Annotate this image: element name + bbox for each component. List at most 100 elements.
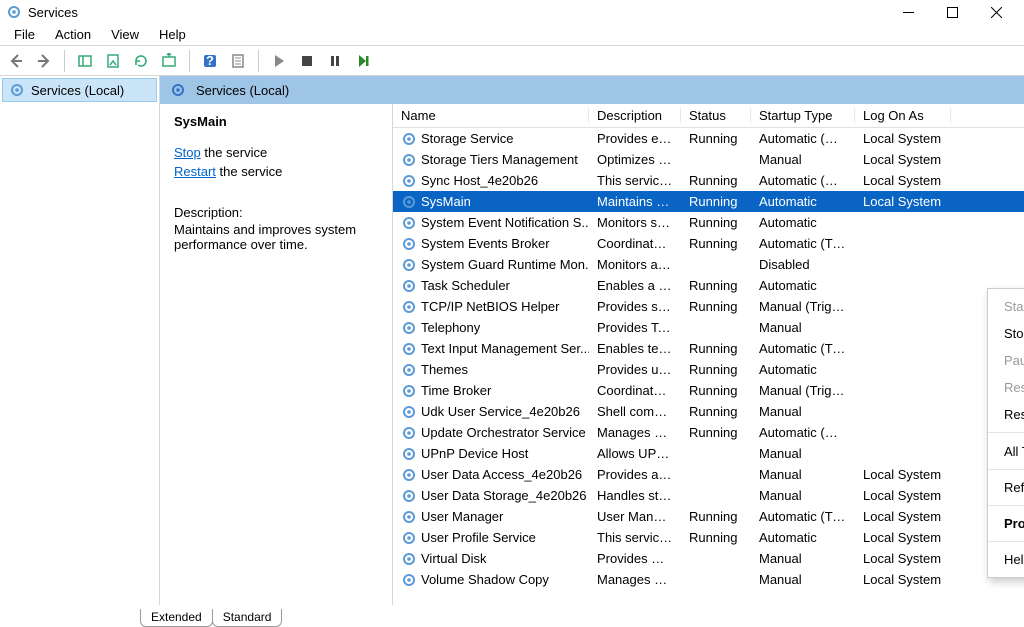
close-button[interactable] (974, 0, 1018, 24)
service-row[interactable]: User Profile ServiceThis service i...Run… (393, 527, 1024, 548)
row-logon: Local System (855, 551, 951, 566)
service-row[interactable]: Volume Shadow CopyManages an...ManualLoc… (393, 569, 1024, 590)
tab-extended[interactable]: Extended (140, 609, 213, 627)
row-status: Running (681, 236, 751, 251)
row-startup: Automatic (Tri... (751, 509, 855, 524)
row-logon: Local System (855, 173, 951, 188)
help-button[interactable]: ? (198, 49, 222, 73)
row-status: Running (681, 299, 751, 314)
row-name: Time Broker (421, 383, 491, 398)
maximize-button[interactable] (930, 0, 974, 24)
row-logon: Local System (855, 530, 951, 545)
row-startup: Automatic (751, 215, 855, 230)
row-description: Provides ap... (589, 467, 681, 482)
row-description: Provides sup... (589, 299, 681, 314)
row-status: Running (681, 341, 751, 356)
service-row[interactable]: User Data Storage_4e20b26Handles stor...… (393, 485, 1024, 506)
gear-icon (401, 152, 417, 168)
restart-link[interactable]: Restart (174, 164, 216, 179)
row-description: Provides Tel... (589, 320, 681, 335)
description-text: Maintains and improves system performanc… (174, 222, 378, 252)
view-tabs: Extended Standard (0, 605, 1024, 627)
service-row[interactable]: Task SchedulerEnables a us...RunningAuto… (393, 275, 1024, 296)
service-row[interactable]: UPnP Device HostAllows UPnP ...Manual (393, 443, 1024, 464)
row-description: Shell compo... (589, 404, 681, 419)
gear-icon (401, 551, 417, 567)
gear-icon (401, 278, 417, 294)
properties-button[interactable] (226, 49, 250, 73)
col-description[interactable]: Description (589, 108, 681, 123)
gear-icon (401, 194, 417, 210)
menu-file[interactable]: File (4, 25, 45, 44)
row-description: Manages an... (589, 572, 681, 587)
row-description: Monitors sy... (589, 215, 681, 230)
gear-icon (401, 404, 417, 420)
row-name: System Guard Runtime Mon... (421, 257, 589, 272)
row-startup: Automatic (751, 530, 855, 545)
menu-help[interactable]: Help (149, 25, 196, 44)
service-row[interactable]: ThemesProvides use...RunningAutomatic (393, 359, 1024, 380)
ctx-properties[interactable]: Properties (988, 510, 1024, 537)
service-row[interactable]: Text Input Management Ser...Enables text… (393, 338, 1024, 359)
row-name: Virtual Disk (421, 551, 487, 566)
service-row[interactable]: User Data Access_4e20b26Provides ap...Ma… (393, 464, 1024, 485)
ctx-all-tasks[interactable]: All Tasks〉 (988, 437, 1024, 465)
show-hide-tree-button[interactable] (73, 49, 97, 73)
pause-service-button[interactable] (323, 49, 347, 73)
export-list-button[interactable] (101, 49, 125, 73)
stop-link[interactable]: Stop (174, 145, 201, 160)
refresh-button[interactable] (129, 49, 153, 73)
row-name: Telephony (421, 320, 480, 335)
ctx-refresh[interactable]: Refresh (988, 474, 1024, 501)
service-row[interactable]: Storage Tiers ManagementOptimizes th...M… (393, 149, 1024, 170)
col-status[interactable]: Status (681, 108, 751, 123)
col-log-on-as[interactable]: Log On As (855, 108, 951, 123)
nav-services-local[interactable]: Services (Local) (2, 78, 157, 102)
row-name: User Data Access_4e20b26 (421, 467, 582, 482)
gear-icon (401, 173, 417, 189)
ctx-resume: Resume (988, 374, 1024, 401)
service-row[interactable]: Storage ServiceProvides ena...RunningAut… (393, 128, 1024, 149)
service-row[interactable]: Update Orchestrator ServiceManages Wi...… (393, 422, 1024, 443)
gear-icon (170, 82, 186, 98)
export-button[interactable] (157, 49, 181, 73)
forward-button[interactable] (32, 49, 56, 73)
service-row[interactable]: TelephonyProvides Tel...Manual (393, 317, 1024, 338)
col-name[interactable]: Name (393, 108, 589, 123)
row-description: This service ... (589, 173, 681, 188)
back-button[interactable] (4, 49, 28, 73)
row-startup: Automatic (751, 362, 855, 377)
gear-icon (401, 467, 417, 483)
service-row[interactable]: User ManagerUser Manag...RunningAutomati… (393, 506, 1024, 527)
right-pane: Services (Local) SysMain Stop the servic… (160, 76, 1024, 605)
col-startup-type[interactable]: Startup Type (751, 108, 855, 123)
pane-header: Services (Local) (160, 76, 1024, 104)
service-row[interactable]: System Guard Runtime Mon...Monitors an..… (393, 254, 1024, 275)
restart-service-button[interactable] (351, 49, 375, 73)
ctx-stop[interactable]: Stop (988, 320, 1024, 347)
service-row[interactable]: Virtual DiskProvides ma...ManualLocal Sy… (393, 548, 1024, 569)
start-service-button[interactable] (267, 49, 291, 73)
ctx-restart[interactable]: Restart (988, 401, 1024, 428)
ctx-separator (988, 541, 1024, 542)
row-name: User Profile Service (421, 530, 536, 545)
stop-service-button[interactable] (295, 49, 319, 73)
ctx-help[interactable]: Help (988, 546, 1024, 573)
service-row[interactable]: System Event Notification S...Monitors s… (393, 212, 1024, 233)
row-status: Running (681, 383, 751, 398)
menu-action[interactable]: Action (45, 25, 101, 44)
menu-view[interactable]: View (101, 25, 149, 44)
service-row[interactable]: System Events BrokerCoordinates ...Runni… (393, 233, 1024, 254)
service-row[interactable]: Sync Host_4e20b26This service ...Running… (393, 170, 1024, 191)
row-logon: Local System (855, 131, 951, 146)
row-startup: Automatic (Tri... (751, 236, 855, 251)
row-startup: Manual (Trigg... (751, 299, 855, 314)
service-row[interactable]: Udk User Service_4e20b26Shell compo...Ru… (393, 401, 1024, 422)
gear-icon (401, 257, 417, 273)
tab-standard[interactable]: Standard (212, 609, 283, 627)
service-row[interactable]: Time BrokerCoordinates ...RunningManual … (393, 380, 1024, 401)
minimize-button[interactable] (886, 0, 930, 24)
service-row[interactable]: SysMainMaintains a...RunningAutomaticLoc… (393, 191, 1024, 212)
row-description: Handles stor... (589, 488, 681, 503)
service-row[interactable]: TCP/IP NetBIOS HelperProvides sup...Runn… (393, 296, 1024, 317)
